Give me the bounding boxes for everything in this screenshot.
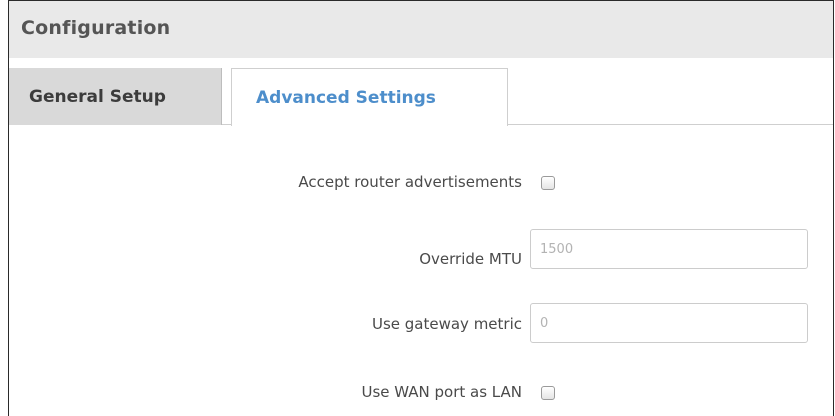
use-gateway-metric-label: Use gateway metric bbox=[371, 315, 522, 333]
use-wan-port-as-lan-checkbox[interactable] bbox=[541, 386, 555, 400]
configuration-panel: Configuration General Setup Advanced Set… bbox=[8, 0, 834, 416]
tab-advanced-settings-label: Advanced Settings bbox=[256, 88, 436, 108]
accept-router-advertisements-checkbox[interactable] bbox=[541, 176, 555, 190]
tab-advanced-settings[interactable]: Advanced Settings bbox=[231, 68, 508, 126]
use-wan-port-as-lan-label: Use WAN port as LAN bbox=[361, 383, 522, 401]
panel-header: Configuration bbox=[9, 0, 833, 58]
tab-general-setup-label: General Setup bbox=[29, 87, 166, 107]
override-mtu-input[interactable] bbox=[530, 229, 808, 269]
tab-bar: General Setup Advanced Settings bbox=[9, 58, 833, 126]
page-title: Configuration bbox=[21, 17, 171, 39]
use-gateway-metric-input[interactable] bbox=[530, 303, 808, 343]
accept-router-advertisements-label: Accept router advertisements bbox=[298, 173, 522, 191]
override-mtu-label: Override MTU bbox=[419, 250, 522, 268]
tab-general-setup[interactable]: General Setup bbox=[9, 68, 222, 125]
